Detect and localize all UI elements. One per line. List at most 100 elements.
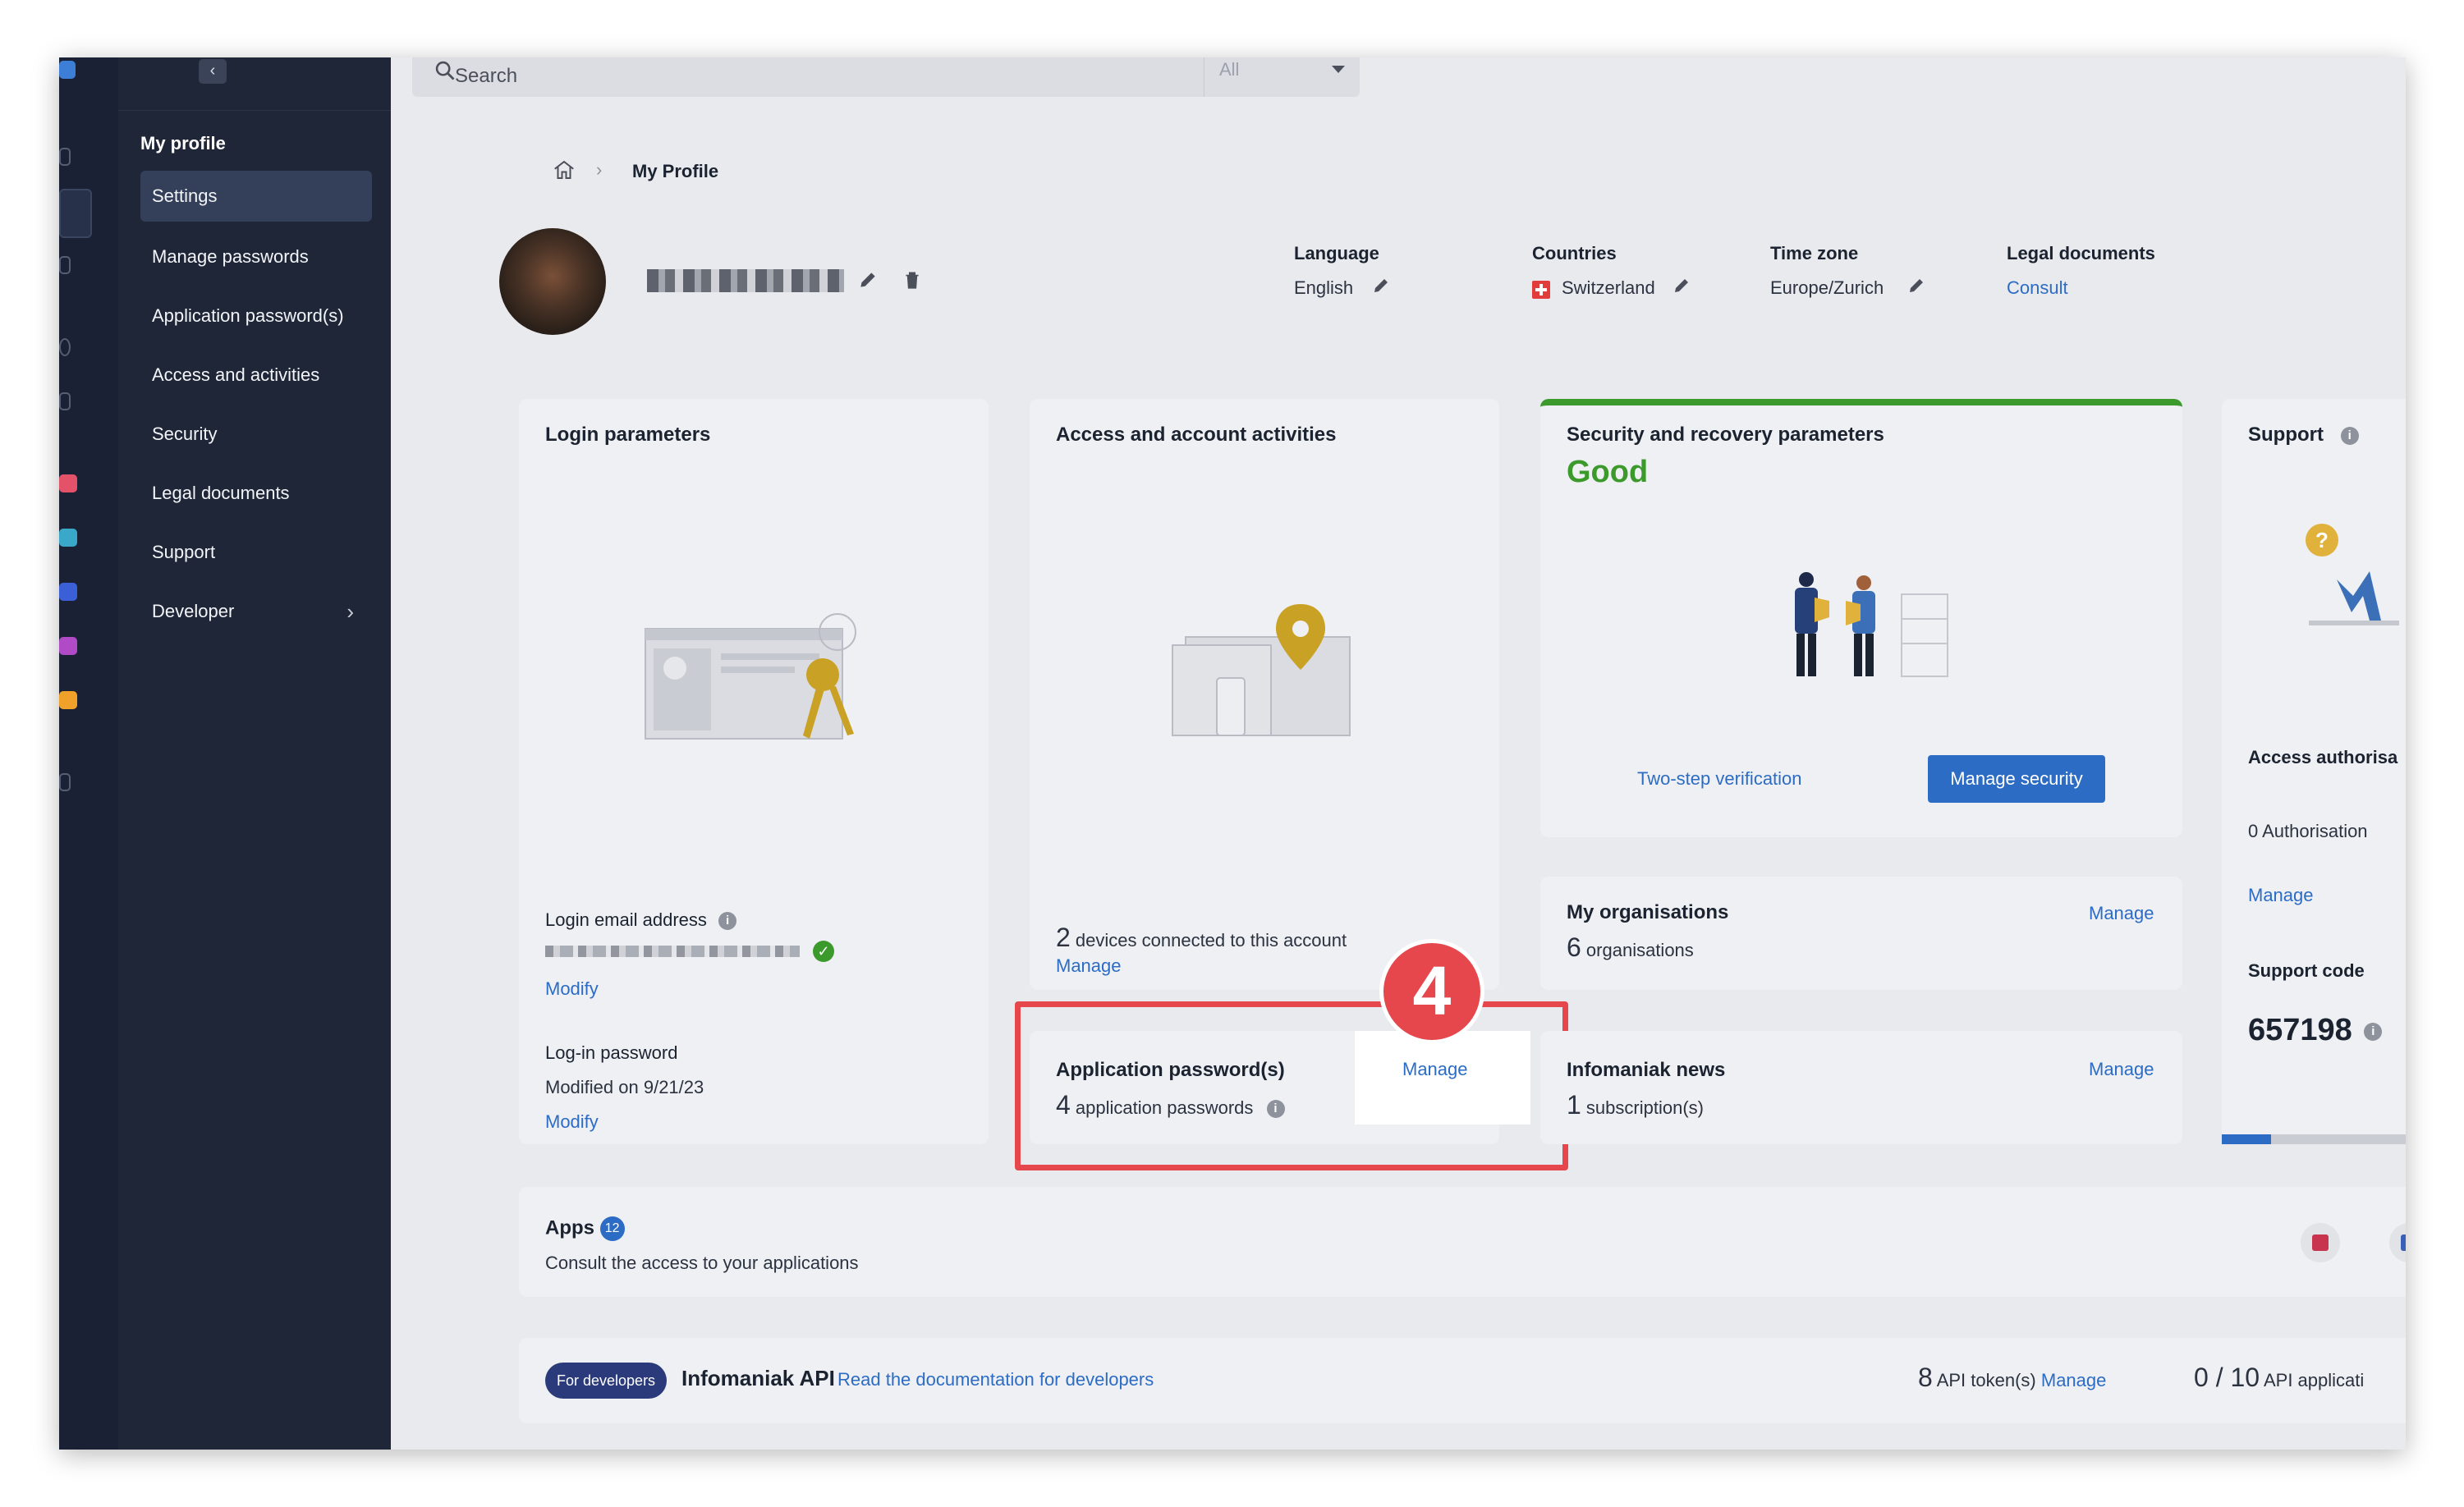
support-illustration: ? (2306, 524, 2399, 625)
login-email-label-text: Login email address (545, 909, 707, 930)
timezone-label: Time zone (1770, 243, 1859, 263)
api-tokens-text: API token(s) (1936, 1370, 2036, 1390)
support-manage-link[interactable]: Manage (2248, 885, 2314, 906)
devices-illustration (1172, 604, 1351, 736)
sidebar-item-manage-passwords[interactable]: Manage passwords (140, 231, 372, 282)
search-bar: All (412, 57, 1360, 97)
devices-count: 2 (1056, 923, 1071, 952)
login-email-redacted (545, 946, 800, 957)
security-title: Security and recovery parameters (1567, 424, 1884, 446)
edit-name-pencil-icon[interactable] (857, 269, 879, 291)
organisations-text: organisations (1585, 940, 1694, 960)
sidebar-title: My profile (140, 133, 226, 153)
news-count: 1 (1567, 1090, 1581, 1120)
app-red-icon[interactable] (59, 474, 77, 492)
app-icon-rail (59, 57, 118, 1450)
api-documentation-link[interactable]: Read the documentation for developers (837, 1369, 1154, 1390)
security-status: Good (1567, 455, 1649, 489)
sidebar-item-security[interactable]: Security (140, 409, 372, 460)
info-icon[interactable]: i (2340, 426, 2359, 445)
support-code-label: Support code (2248, 960, 2365, 981)
timezone-value: Europe/Zurich (1770, 277, 1884, 298)
sidebar: ‹ My profile Settings Manage passwords A… (118, 57, 391, 1450)
countries-label: Countries (1532, 243, 1617, 263)
organisations-summary: 6 organisations (1567, 932, 1694, 963)
app-orange-icon[interactable] (59, 691, 77, 709)
breadcrumb-separator: › (596, 159, 603, 180)
edit-language-pencil-icon[interactable] (1371, 276, 1391, 295)
modify-email-link[interactable]: Modify (545, 978, 599, 1000)
api-tokens-manage-link[interactable]: Manage (2041, 1370, 2107, 1390)
profile-name-redacted (647, 269, 844, 292)
api-tokens-summary: 8 API token(s) Manage (1918, 1363, 2106, 1393)
profile-icon[interactable] (59, 189, 92, 238)
organisations-manage-link[interactable]: Manage (2089, 903, 2154, 924)
search-scope-select[interactable]: All (1204, 57, 1360, 97)
sidebar-item-label: Developer (152, 601, 235, 621)
delete-trash-icon[interactable] (902, 269, 923, 291)
countries-value: Switzerland (1562, 277, 1655, 298)
chat-icon[interactable] (59, 338, 71, 356)
organisations-count: 6 (1567, 932, 1581, 962)
avatar[interactable] (499, 228, 606, 335)
apps-card: Apps 12 Consult the access to your appli… (519, 1187, 2406, 1297)
calendar-icon[interactable] (59, 148, 71, 166)
support-access-label: Access authorisa (2248, 747, 2398, 767)
sidebar-item-access-activities[interactable]: Access and activities (140, 350, 372, 401)
sidebar-item-application-passwords[interactable]: Application password(s) (140, 291, 372, 341)
search-icon (435, 61, 455, 80)
sidebar-item-developer[interactable]: Developer › (140, 586, 372, 637)
manage-security-button[interactable]: Manage security (1928, 755, 2105, 803)
support-title-text: Support (2248, 424, 2324, 446)
api-tokens-count: 8 (1918, 1363, 1933, 1392)
app-teal-icon[interactable] (59, 529, 77, 547)
api-applications-summary: 0 / 10 API applicati (2194, 1363, 2364, 1393)
document-icon[interactable] (59, 256, 71, 274)
edit-timezone-pencil-icon[interactable] (1907, 276, 1926, 295)
chevron-left-icon: ‹ (209, 62, 216, 80)
apps-title: Apps 12 (545, 1216, 625, 1241)
login-password-label: Log-in password (545, 1042, 678, 1063)
sidebar-item-settings[interactable]: Settings (140, 171, 372, 222)
search-input[interactable] (455, 61, 865, 92)
api-title: Infomaniak API (681, 1366, 835, 1390)
app-blue-icon[interactable] (59, 583, 77, 601)
news-text: subscription(s) (1585, 1097, 1704, 1118)
organisations-card: My organisations 6 organisations Manage (1540, 877, 2182, 990)
info-icon[interactable]: i (718, 912, 737, 931)
sidebar-item-support[interactable]: Support (140, 527, 372, 578)
support-progress-fill (2222, 1134, 2271, 1144)
app-bubble-red-icon[interactable] (2301, 1223, 2340, 1262)
apps-count-badge: 12 (599, 1216, 625, 1241)
support-card: Support i ? Access authorisa 0 Authorisa… (2222, 399, 2406, 1144)
support-code-number: 657198 (2248, 1013, 2352, 1047)
sidebar-item-legal-documents[interactable]: Legal documents (140, 468, 372, 519)
apps-title-text: Apps (545, 1216, 594, 1239)
apps-subtitle: Consult the access to your applications (545, 1253, 859, 1273)
app-logo-icon[interactable] (59, 61, 76, 79)
chevron-right-icon: › (346, 599, 354, 624)
api-card: For developers Infomaniak API Read the d… (519, 1338, 2406, 1423)
collapse-sidebar-button[interactable]: ‹ (199, 59, 227, 84)
app-purple-icon[interactable] (59, 637, 77, 655)
legal-consult-link[interactable]: Consult (2007, 277, 2068, 299)
info-icon[interactable]: i (2364, 1022, 2383, 1041)
modify-password-link[interactable]: Modify (545, 1111, 599, 1133)
swiss-flag-icon (1532, 281, 1550, 299)
two-step-verification-link[interactable]: Two-step verification (1637, 768, 1802, 790)
news-manage-link[interactable]: Manage (2089, 1059, 2154, 1080)
support-progress-track (2222, 1134, 2406, 1144)
login-parameters-card: Login parameters Login email address i ✓… (519, 399, 989, 1144)
logout-icon[interactable] (59, 773, 71, 791)
edit-countries-pencil-icon[interactable] (1672, 276, 1691, 295)
chevron-down-icon (1332, 66, 1345, 73)
legal-documents-label: Legal documents (2007, 243, 2155, 263)
step-highlight-frame (1015, 1001, 1568, 1170)
home-icon[interactable] (552, 158, 576, 182)
devices-text: devices connected to this account (1075, 930, 1347, 950)
devices-summary: 2 devices connected to this account (1056, 923, 1347, 953)
access-manage-link[interactable]: Manage (1056, 955, 1122, 977)
settings-icon[interactable] (59, 392, 71, 410)
news-card: Infomaniak news 1 subscription(s) Manage (1540, 1031, 2182, 1144)
search-scope-value: All (1219, 59, 1240, 80)
